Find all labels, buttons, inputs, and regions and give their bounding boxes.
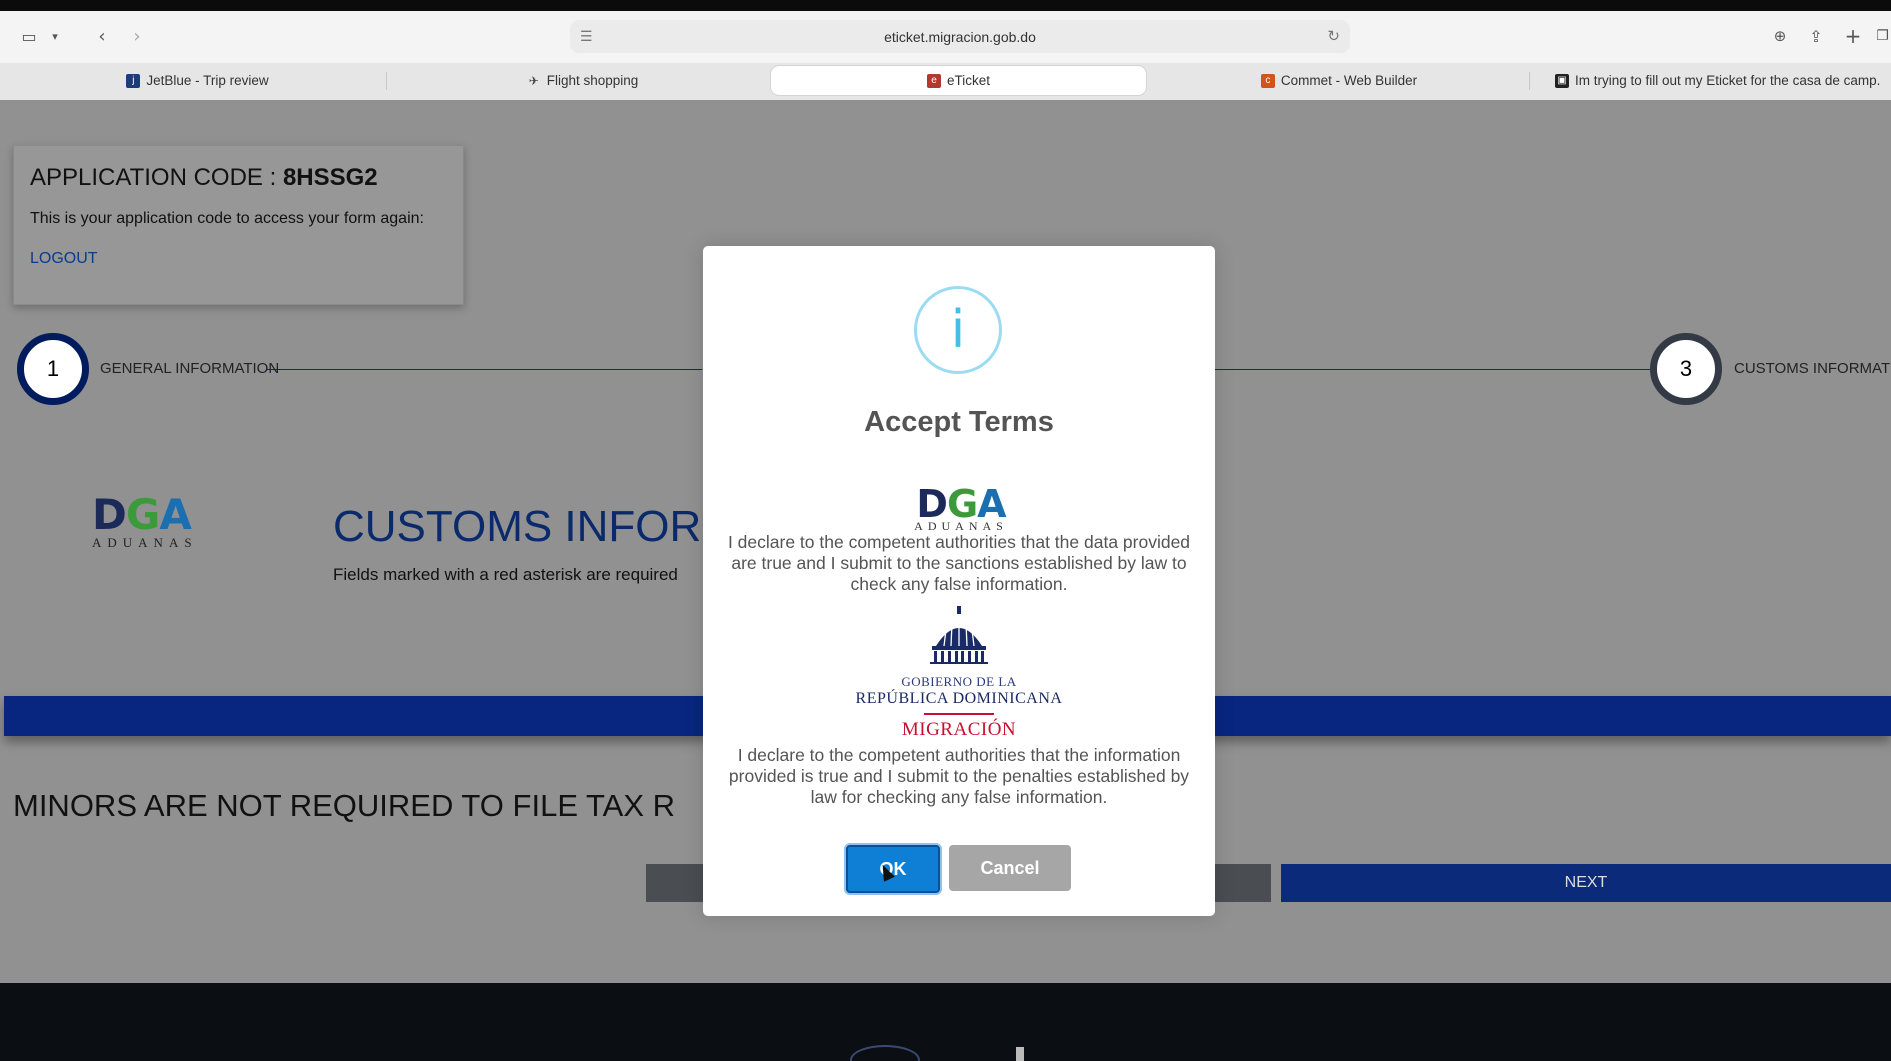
application-code-line: APPLICATION CODE : 8HSSG2 <box>30 164 447 192</box>
next-button[interactable]: NEXT <box>1281 864 1891 902</box>
jetblue-favicon: j <box>126 73 141 88</box>
tab-eticket[interactable]: e eTicket <box>770 65 1147 96</box>
reload-icon[interactable]: ↻ <box>1327 27 1340 45</box>
page-footer <box>0 983 1891 1061</box>
tab-overview-icon[interactable]: ❐ <box>1874 25 1891 47</box>
ok-button[interactable]: OK <box>846 845 940 893</box>
application-code-description: This is your application code to access … <box>30 210 424 227</box>
modal-title: Accept Terms <box>864 406 1054 438</box>
dga-logo-mark: DGA <box>92 490 192 539</box>
application-code-label: APPLICATION CODE : <box>30 164 283 191</box>
new-tab-icon[interactable]: + <box>1842 24 1864 48</box>
step-1-circle[interactable]: 1 <box>17 333 89 405</box>
footer-tower-logo <box>1016 1047 1024 1061</box>
eticket-favicon: e <box>926 73 941 88</box>
customs-required-note: Fields marked with a red asterisk are re… <box>333 565 678 584</box>
info-icon: i <box>914 286 1002 374</box>
tab-eticket-question[interactable]: ▣ Im trying to fill out my Eticket for t… <box>1555 65 1891 96</box>
step-1-label: GENERAL INFORMATION <box>100 360 280 377</box>
tab-label: Flight shopping <box>546 73 639 88</box>
application-code-card: APPLICATION CODE : 8HSSG2 This is your a… <box>13 145 464 305</box>
gov-line-1: GOBIERNO DE LA <box>901 674 1017 689</box>
tab-divider <box>386 72 387 90</box>
dga-logo-mark: DGA <box>916 482 1006 526</box>
download-icon[interactable]: ⊕ <box>1769 25 1791 47</box>
tab-label: JetBlue - Trip review <box>146 73 269 88</box>
back-icon[interactable]: ‹ <box>92 25 112 47</box>
tab-bar: j JetBlue - Trip review ✈ Flight shoppin… <box>0 63 1891 100</box>
airplane-icon: ✈ <box>528 73 539 88</box>
migration-declaration-text: I declare to the competent authorities t… <box>728 745 1190 807</box>
stepper-line <box>1213 369 1653 370</box>
gov-line-3: MIGRACIÓN <box>901 719 1017 740</box>
tab-label: Im trying to fill out my Eticket for the… <box>1575 73 1881 88</box>
tab-jetblue[interactable]: j JetBlue - Trip review <box>10 65 385 96</box>
document-favicon: ▣ <box>1555 73 1569 88</box>
gov-divider <box>924 713 994 715</box>
tab-flight-shopping[interactable]: ✈ Flight shopping <box>395 65 770 96</box>
capitol-dome-icon <box>930 606 988 664</box>
url-text: eticket.migracion.gob.do <box>884 28 1036 45</box>
system-menu-bar <box>0 0 1891 11</box>
cancel-button[interactable]: Cancel <box>949 845 1071 891</box>
commet-favicon: c <box>1260 73 1275 88</box>
tab-commet[interactable]: c Commet - Web Builder <box>1150 65 1528 96</box>
logout-link[interactable]: LOGOUT <box>30 250 98 268</box>
address-bar[interactable]: ☰ eticket.migracion.gob.do ↻ <box>570 20 1350 53</box>
migracion-logo: GOBIERNO DE LA REPÚBLICA DOMINICANA MIGR… <box>833 606 1085 740</box>
chevron-down-icon[interactable]: ▾ <box>48 25 62 47</box>
customs-title: CUSTOMS INFORM <box>333 502 738 551</box>
tab-label: eTicket <box>946 73 990 88</box>
application-code-value: 8HSSG2 <box>282 164 378 191</box>
page-settings-icon[interactable]: ☰ <box>580 28 593 45</box>
customs-declaration-text: I declare to the competent authorities t… <box>727 532 1191 594</box>
stepper-line <box>267 369 702 370</box>
accept-terms-modal: i Accept Terms DGA ADUANAS I declare to … <box>703 246 1215 916</box>
browser-toolbar: ▭ ▾ ‹ › ☰ eticket.migracion.gob.do ↻ ⊕ ⇪… <box>0 11 1891 63</box>
step-3-circle[interactable]: 3 <box>1650 333 1722 405</box>
footer-seal-logo <box>850 1045 920 1061</box>
dga-logo: DGA ADUANAS <box>92 490 227 553</box>
dga-logo-sub: ADUANAS <box>92 535 198 550</box>
minors-notice: MINORS ARE NOT REQUIRED TO FILE TAX R <box>13 788 676 823</box>
dga-logo: DGA ADUANAS <box>901 482 1021 534</box>
tab-label: Commet - Web Builder <box>1280 73 1418 88</box>
sidebar-toggle-icon[interactable]: ▭ <box>18 25 40 47</box>
tab-divider <box>1529 72 1530 90</box>
step-3-label: CUSTOMS INFORMATIO <box>1734 360 1891 377</box>
share-icon[interactable]: ⇪ <box>1805 25 1827 47</box>
gov-line-2: REPÚBLICA DOMINICANA <box>855 690 1063 707</box>
forward-icon[interactable]: › <box>127 25 147 47</box>
